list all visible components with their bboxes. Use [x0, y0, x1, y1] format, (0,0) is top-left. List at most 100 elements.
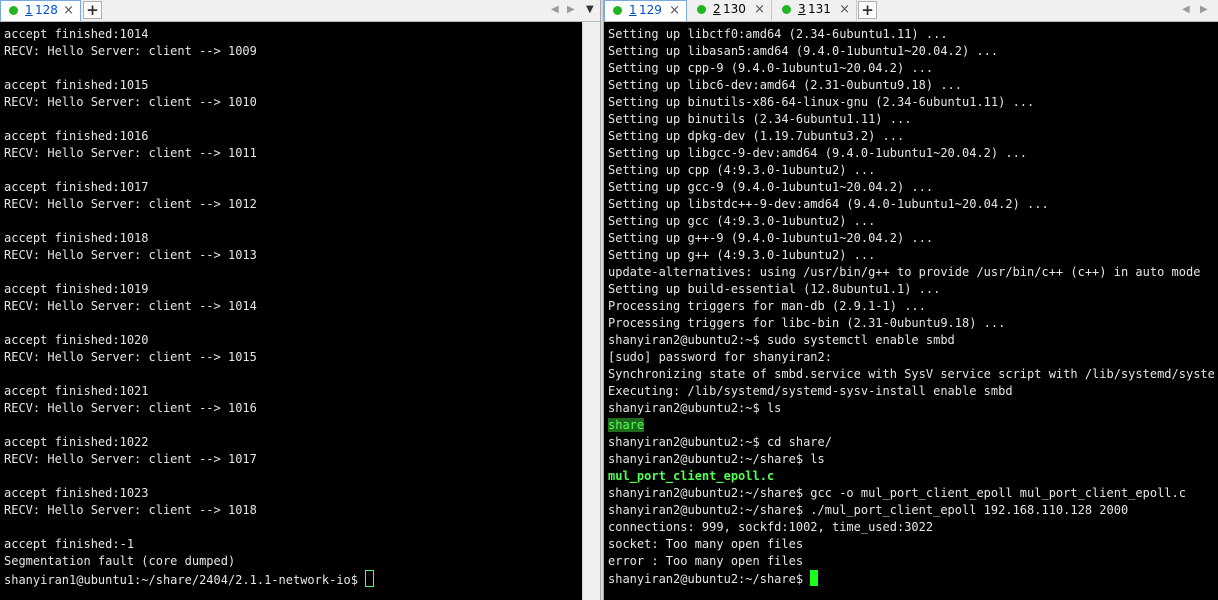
terminal-line: Processing triggers for man-db (2.9.1-1)…: [608, 298, 1214, 315]
terminal-line-text: Processing triggers for man-db (2.9.1-1)…: [608, 299, 926, 313]
terminal-cursor: [365, 570, 375, 587]
tab-session-129[interactable]: 1 129 ×: [604, 0, 687, 21]
terminal-line: accept finished:1015: [4, 77, 580, 94]
terminal-line-text: RECV: Hello Server: client --> 1018: [4, 503, 257, 517]
terminal-line-text: RECV: Hello Server: client --> 1012: [4, 197, 257, 211]
terminal-line: connections: 999, sockfd:1002, time_used…: [608, 519, 1214, 536]
terminal-line-text: RECV: Hello Server: client --> 1014: [4, 299, 257, 313]
add-tab-button[interactable]: +: [858, 1, 877, 19]
left-tab-bar: 1 128 × + ◀ ▶ ▼: [0, 0, 600, 22]
scroll-tabs-left-icon[interactable]: ◀: [1182, 0, 1190, 20]
terminal-line: Setting up libctf0:amd64 (2.34-6ubuntu1.…: [608, 26, 1214, 43]
terminal-line-text: Setting up g++ (4:9.3.0-1ubuntu2) ...: [608, 248, 876, 262]
terminal-line: shanyiran2@ubuntu2:~$ cd share/: [608, 434, 1214, 451]
terminal-line-text: Processing triggers for libc-bin (2.31-0…: [608, 316, 1006, 330]
terminal-line-text: Setting up gcc (4:9.3.0-1ubuntu2) ...: [608, 214, 876, 228]
terminal-line: ​: [4, 315, 580, 332]
right-terminal-output[interactable]: Setting up libctf0:amd64 (2.34-6ubuntu1.…: [604, 22, 1218, 600]
terminal-line-text: mul_port_client_epoll.c: [608, 469, 775, 483]
terminal-line-text: Setting up gcc-9 (9.4.0-1ubuntu1~20.04.2…: [608, 180, 934, 194]
close-tab-icon[interactable]: ×: [63, 1, 74, 20]
terminal-line-text: Setting up libc6-dev:amd64 (2.31-0ubuntu…: [608, 78, 963, 92]
scroll-tabs-right-icon[interactable]: ▶: [1200, 0, 1208, 20]
terminal-line-text: RECV: Hello Server: client --> 1017: [4, 452, 257, 466]
terminal-line: Setting up cpp (4:9.3.0-1ubuntu2) ...: [608, 162, 1214, 179]
terminal-line: ​: [4, 417, 580, 434]
terminal-line: shanyiran2@ubuntu2:~/share$ ./mul_port_c…: [608, 502, 1214, 519]
terminal-line: Setting up binutils (2.34-6ubuntu1.11) .…: [608, 111, 1214, 128]
tab-session-130[interactable]: 2 130 ×: [689, 0, 772, 20]
terminal-line: accept finished:-1: [4, 536, 580, 553]
terminal-line-text: accept finished:1020: [4, 333, 149, 347]
terminal-line: ​: [4, 162, 580, 179]
terminal-line-text: accept finished:1018: [4, 231, 149, 245]
scroll-tabs-left-icon[interactable]: ◀: [551, 0, 559, 20]
terminal-line: socket: Too many open files: [608, 536, 1214, 553]
tab-number: 2: [713, 2, 721, 16]
terminal-line: Setting up dpkg-dev (1.19.7ubuntu3.2) ..…: [608, 128, 1214, 145]
terminal-line: shanyiran1@ubuntu1:~/share/2404/2.1.1-ne…: [4, 570, 580, 587]
terminal-line: Processing triggers for libc-bin (2.31-0…: [608, 315, 1214, 332]
terminal-line: ​: [4, 213, 580, 230]
terminal-line: shanyiran2@ubuntu2:~$ ls: [608, 400, 1214, 417]
terminal-line-text: Setting up binutils (2.34-6ubuntu1.11) .…: [608, 112, 912, 126]
tab-number: 3: [798, 2, 806, 16]
terminal-line-text: accept finished:1023: [4, 486, 149, 500]
terminal-line: Segmentation fault (core dumped): [4, 553, 580, 570]
terminal-line-text: RECV: Hello Server: client --> 1011: [4, 146, 257, 160]
terminal-line: [sudo] password for shanyiran2:: [608, 349, 1214, 366]
left-scrollbar[interactable]: [582, 22, 600, 600]
close-tab-icon[interactable]: ×: [754, 0, 765, 19]
terminal-line: Setting up libgcc-9-dev:amd64 (9.4.0-1ub…: [608, 145, 1214, 162]
right-tab-bar: 1 129 × 2 130 × 3 131 × + ◀ ▶: [604, 0, 1218, 22]
terminal-line: accept finished:1017: [4, 179, 580, 196]
terminal-line: shanyiran2@ubuntu2:~/share$ gcc -o mul_p…: [608, 485, 1214, 502]
tab-list-dropdown-icon[interactable]: ▼: [586, 0, 594, 20]
tab-number: 1: [629, 3, 637, 17]
terminal-line: RECV: Hello Server: client --> 1014: [4, 298, 580, 315]
connected-status-icon: [782, 5, 791, 14]
terminal-line-text: RECV: Hello Server: client --> 1015: [4, 350, 257, 364]
terminal-line: RECV: Hello Server: client --> 1012: [4, 196, 580, 213]
terminal-line: RECV: Hello Server: client --> 1016: [4, 400, 580, 417]
left-terminal-output[interactable]: accept finished:1014 RECV: Hello Server: …: [0, 22, 600, 600]
terminal-line-text: accept finished:1015: [4, 78, 149, 92]
terminal-line: Setting up libc6-dev:amd64 (2.31-0ubuntu…: [608, 77, 1214, 94]
terminal-line-text: Setting up dpkg-dev (1.19.7ubuntu3.2) ..…: [608, 129, 905, 143]
terminal-line: ​: [4, 366, 580, 383]
add-tab-button[interactable]: +: [83, 1, 102, 19]
terminal-line: accept finished:1019: [4, 281, 580, 298]
scroll-tabs-right-icon[interactable]: ▶: [567, 0, 575, 20]
terminal-line: Setting up libasan5:amd64 (9.4.0-1ubuntu…: [608, 43, 1214, 60]
tab-label: 130: [723, 2, 746, 16]
terminal-line-text: shanyiran2@ubuntu2:~/share$ gcc -o mul_p…: [608, 486, 1186, 500]
terminal-line-text: update-alternatives: using /usr/bin/g++ …: [608, 265, 1201, 279]
close-tab-icon[interactable]: ×: [839, 0, 850, 19]
terminal-line: RECV: Hello Server: client --> 1009: [4, 43, 580, 60]
terminal-line-text: accept finished:1022: [4, 435, 149, 449]
terminal-line-text: Setting up libasan5:amd64 (9.4.0-1ubuntu…: [608, 44, 999, 58]
terminal-line-text: share: [608, 418, 645, 432]
tab-label: 128: [35, 3, 58, 17]
terminal-line-text: socket: Too many open files: [608, 537, 804, 551]
terminal-line: accept finished:1022: [4, 434, 580, 451]
close-tab-icon[interactable]: ×: [669, 1, 680, 20]
terminal-line-text: Setting up libstdc++-9-dev:amd64 (9.4.0-…: [608, 197, 1049, 211]
left-terminal-text: accept finished:1014 RECV: Hello Server: …: [4, 26, 580, 587]
terminal-line: ​: [4, 60, 580, 77]
terminal-line-text: shanyiran1@ubuntu1:~/share/2404/2.1.1-ne…: [4, 573, 366, 587]
terminal-line-text: Segmentation fault (core dumped): [4, 554, 236, 568]
tab-session-128[interactable]: 1 128 ×: [0, 0, 81, 21]
terminal-line-text: accept finished:-1: [4, 537, 135, 551]
terminal-line: accept finished:1020: [4, 332, 580, 349]
terminal-line-text: accept finished:1016: [4, 129, 149, 143]
terminal-line: Setting up binutils-x86-64-linux-gnu (2.…: [608, 94, 1214, 111]
terminal-line: Setting up libstdc++-9-dev:amd64 (9.4.0-…: [608, 196, 1214, 213]
plus-icon: +: [86, 1, 99, 19]
terminal-line-text: RECV: Hello Server: client --> 1016: [4, 401, 257, 415]
terminal-line: ​: [4, 519, 580, 536]
terminal-line: error : Too many open files: [608, 553, 1214, 570]
terminal-line: accept finished:1023: [4, 485, 580, 502]
tab-session-131[interactable]: 3 131 ×: [774, 0, 857, 20]
terminal-line-text: shanyiran2@ubuntu2:~/share$: [608, 572, 811, 586]
